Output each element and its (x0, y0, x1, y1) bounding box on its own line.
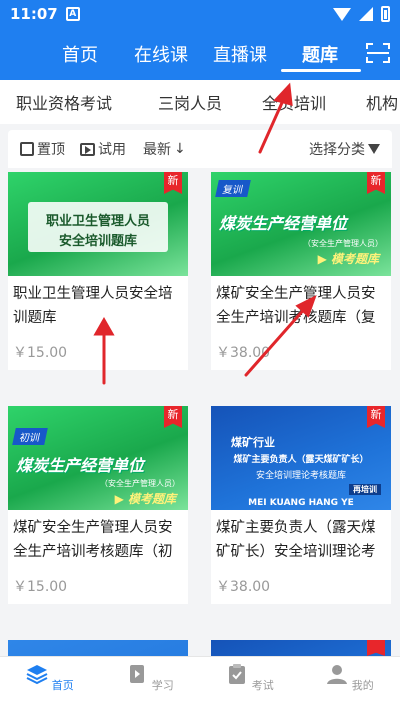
filter-select-category[interactable]: 选择分类 (309, 139, 380, 159)
nav-home[interactable]: 首页 (20, 663, 80, 693)
filter-trial[interactable]: 试用 (80, 139, 126, 159)
thumb-line1: 职业卫生管理人员 (45, 214, 150, 229)
tab-online-course[interactable]: 在线课 (134, 41, 188, 67)
thumb-line3: 安全培训理论考核题库 (255, 471, 346, 481)
status-time: 11:07 (10, 5, 58, 23)
thumb-line2: 安全培训题库 (58, 234, 137, 249)
scan-icon[interactable] (366, 42, 390, 64)
card-thumbnail: 复训 煤炭生产经营单位 （安全生产管理人员） ▶ 模考题库 新 (211, 172, 391, 276)
category-three-posts[interactable]: 三岗人员 (158, 90, 222, 114)
thumb-panel: 职业卫生管理人员 安全培训题库 (28, 202, 168, 252)
category-professional-qualification[interactable]: 职业资格考试 (16, 90, 112, 114)
thumb-subline: （安全生产管理人员） (303, 239, 383, 248)
card-price: ￥38.00 (216, 345, 271, 361)
card-price: ￥15.00 (13, 345, 68, 361)
thumb-headline: 煤炭生产经营单位 (16, 456, 145, 475)
filter-pinned-label: 置顶 (37, 142, 65, 158)
category-all-staff-training[interactable]: 全员培训 (262, 90, 326, 114)
thumb-subline: （安全生产管理人员） (100, 479, 180, 488)
card-title: 煤矿安全生产管理人员安全生产培训考核题库（复 (216, 286, 376, 326)
thumb-cta: ▶ 模考题库 (317, 252, 379, 266)
thumb-tag: 再培训 (349, 484, 381, 495)
thumb-line1: 煤矿行业 (231, 436, 275, 449)
new-badge: 新 (367, 172, 385, 194)
card-thumbnail: 初训 煤炭生产经营单位 （安全生产管理人员） ▶ 模考题库 新 (8, 406, 188, 510)
thumb-tag: 初训 (12, 428, 48, 445)
product-card[interactable]: 职业卫生管理人员 安全培训题库 新 职业卫生管理人员安全培训题库 ￥15.00 (8, 172, 188, 370)
card-price: ￥38.00 (216, 579, 271, 595)
nav-exam-label: 考试 (251, 679, 274, 692)
thumb-cta: ▶ 模考题库 (114, 492, 176, 506)
top-tabs: 首页 在线课 直播课 题库 (0, 34, 400, 74)
signal-icon (359, 7, 373, 21)
filter-latest[interactable]: 最新 ↓ (143, 139, 186, 159)
nav-home-label: 首页 (51, 679, 74, 692)
card-thumbnail: 煤矿行业 煤矿主要负责人（露天煤矿矿长） 安全培训理论考核题库 再培训 MEI … (211, 406, 391, 510)
new-badge (367, 640, 385, 656)
active-tab-indicator (281, 69, 361, 72)
play-icon (80, 142, 95, 156)
new-badge: 新 (164, 172, 182, 194)
filter-category-label: 选择分类 (309, 142, 365, 158)
filter-trial-label: 试用 (98, 142, 126, 158)
new-badge: 新 (367, 406, 385, 428)
thumb-line2: 煤矿主要负责人（露天煤矿矿长） (233, 455, 369, 465)
card-thumbnail: 职业卫生管理人员 安全培训题库 新 (8, 172, 188, 276)
nav-exam[interactable]: 考试 (220, 663, 280, 693)
bottom-nav: 首页 学习 考试 我的 (0, 656, 400, 710)
product-card[interactable] (8, 640, 188, 656)
category-institution[interactable]: 机构 (366, 90, 398, 114)
thumb-headline: 煤炭生产经营单位 (219, 214, 348, 233)
new-badge: 新 (164, 406, 182, 428)
layers-icon (26, 665, 48, 685)
nav-study[interactable]: 学习 (120, 663, 180, 693)
thumb-tag: 复训 (215, 180, 251, 197)
product-card[interactable]: 煤矿行业 煤矿主要负责人（露天煤矿矿长） 安全培训理论考核题库 再培训 MEI … (211, 406, 391, 604)
user-icon (327, 665, 348, 684)
clipboard-icon (229, 664, 246, 684)
tab-question-bank[interactable]: 题库 (302, 41, 338, 67)
status-icons (333, 6, 390, 22)
card-price: ￥15.00 (13, 579, 68, 595)
tab-home[interactable]: 首页 (62, 41, 98, 67)
sort-down-icon: ↓ (174, 141, 186, 157)
product-card[interactable]: 初训 煤炭生产经营单位 （安全生产管理人员） ▶ 模考题库 新 煤矿安全生产管理… (8, 406, 188, 604)
battery-icon (381, 6, 390, 22)
tab-live-course[interactable]: 直播课 (213, 41, 267, 67)
status-bar: 11:07 A (0, 0, 400, 28)
app-root: 11:07 A 首页 在线课 直播课 题库 职业资格考试 三岗人员 全员培训 机… (0, 0, 400, 710)
notification-icon: A (65, 7, 80, 21)
book-icon (130, 665, 145, 683)
card-title: 职业卫生管理人员安全培训题库 (13, 286, 173, 326)
product-card[interactable]: 复训 煤炭生产经营单位 （安全生产管理人员） ▶ 模考题库 新 煤矿安全生产管理… (211, 172, 391, 370)
card-thumbnail (8, 640, 188, 656)
nav-mine[interactable]: 我的 (320, 663, 380, 693)
card-title: 煤矿主要负责人（露天煤矿矿长）安全培训理论考 (216, 520, 376, 560)
thumb-footer: MEI KUANG HANG YE (248, 498, 354, 508)
header: 11:07 A 首页 在线课 直播课 题库 (0, 0, 400, 80)
nav-mine-label: 我的 (351, 679, 374, 692)
nav-study-label: 学习 (151, 679, 174, 692)
product-card[interactable] (211, 640, 391, 656)
filter-latest-label: 最新 (143, 142, 171, 158)
category-row: 职业资格考试 三岗人员 全员培训 机构 (0, 80, 400, 124)
funnel-icon (368, 144, 380, 154)
filter-pinned[interactable]: 置顶 (20, 139, 65, 159)
filter-row: 置顶 试用 最新 ↓ 选择分类 (8, 130, 392, 168)
thumbs-up-icon (20, 142, 34, 156)
card-title: 煤矿安全生产管理人员安全生产培训考核题库（初训） (13, 520, 173, 560)
card-thumbnail (211, 640, 391, 656)
wifi-icon (333, 7, 351, 21)
